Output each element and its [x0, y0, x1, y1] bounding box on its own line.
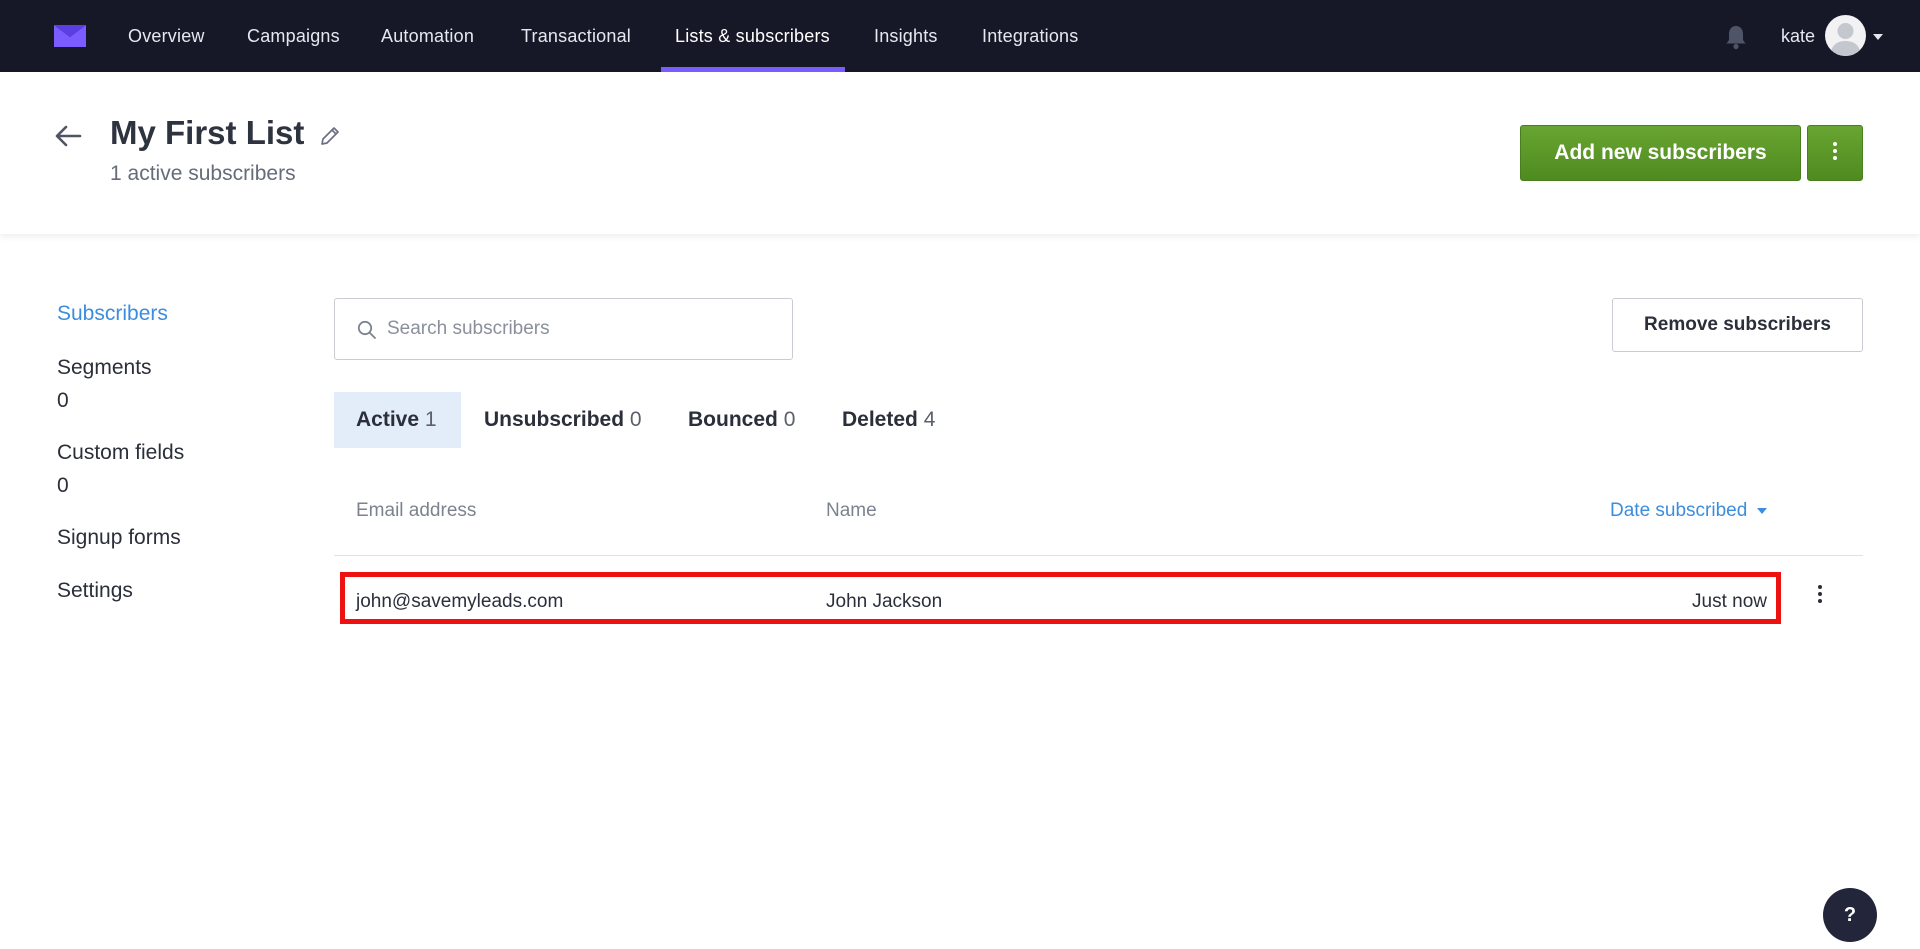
top-navigation-bar: Overview Campaigns Automation Transactio…: [0, 0, 1920, 72]
table-divider: [334, 555, 1863, 556]
nav-item-automation[interactable]: Automation: [381, 0, 474, 72]
subscriber-email[interactable]: john@savemyleads.com: [356, 591, 563, 613]
nav-item-overview[interactable]: Overview: [128, 0, 205, 72]
row-kebab-menu-icon[interactable]: [1818, 585, 1822, 609]
page-title: My First List: [110, 114, 305, 151]
column-header-label: Date subscribed: [1610, 500, 1748, 521]
tab-count: 0: [783, 408, 796, 431]
segments-count: 0: [57, 389, 69, 412]
tab-deleted[interactable]: Deleted 4: [842, 392, 935, 448]
custom-fields-count: 0: [57, 474, 69, 497]
sidebar-item-segments[interactable]: Segments: [57, 356, 152, 380]
avatar[interactable]: [1825, 15, 1866, 56]
nav-item-insights[interactable]: Insights: [874, 0, 938, 72]
nav-item-transactional[interactable]: Transactional: [521, 0, 631, 72]
column-header-date-subscribed[interactable]: Date subscribed: [1610, 500, 1768, 522]
nav-item-integrations[interactable]: Integrations: [982, 0, 1078, 72]
search-box[interactable]: [334, 298, 793, 360]
sidebar-item-custom-fields[interactable]: Custom fields: [57, 441, 184, 465]
tab-unsubscribed[interactable]: Unsubscribed 0: [484, 392, 642, 448]
sidebar-item-subscribers[interactable]: Subscribers: [57, 302, 168, 326]
tab-label: Deleted: [842, 408, 918, 431]
bell-icon[interactable]: [1724, 24, 1748, 50]
user-menu-caret-icon[interactable]: [1873, 34, 1883, 40]
sidebar-item-signup-forms[interactable]: Signup forms: [57, 526, 181, 550]
nav-item-lists-subscribers[interactable]: Lists & subscribers: [675, 0, 830, 72]
tab-label: Active: [356, 408, 420, 431]
user-name[interactable]: kate: [1781, 0, 1815, 72]
sidebar-item-settings[interactable]: Settings: [57, 579, 133, 603]
tab-count: 4: [923, 408, 936, 431]
column-header-name[interactable]: Name: [826, 500, 877, 522]
subscriber-count-subtitle: 1 active subscribers: [110, 162, 296, 185]
subscriber-name: John Jackson: [826, 591, 943, 612]
tab-count: 0: [629, 408, 642, 431]
user-silhouette-icon: [1830, 23, 1861, 56]
help-button[interactable]: ?: [1823, 888, 1877, 942]
arrow-left-icon[interactable]: [54, 125, 82, 147]
sort-caret-down-icon: [1757, 507, 1768, 514]
search-input[interactable]: [387, 299, 777, 359]
tab-count: 1: [424, 408, 437, 431]
search-icon: [357, 320, 376, 339]
remove-subscribers-button[interactable]: Remove subscribers: [1612, 298, 1863, 352]
tab-active[interactable]: Active 1: [334, 392, 461, 448]
more-actions-button[interactable]: [1807, 125, 1863, 181]
pencil-icon[interactable]: [318, 124, 342, 148]
tab-label: Unsubscribed: [484, 408, 625, 431]
tab-label: Bounced: [688, 408, 778, 431]
column-header-email[interactable]: Email address: [356, 500, 476, 522]
add-new-subscribers-button[interactable]: Add new subscribers: [1520, 125, 1801, 181]
kebab-menu-icon: [1833, 142, 1837, 163]
nav-item-campaigns[interactable]: Campaigns: [247, 0, 340, 72]
table-row[interactable]: john@savemyleads.com John Jackson Just n…: [340, 572, 1781, 624]
page-header: My First List 1 active subscribers Add n…: [0, 72, 1920, 234]
tab-bounced[interactable]: Bounced 0: [688, 392, 795, 448]
logo-icon[interactable]: [54, 25, 86, 47]
subscriber-date: Just now: [1692, 591, 1767, 612]
